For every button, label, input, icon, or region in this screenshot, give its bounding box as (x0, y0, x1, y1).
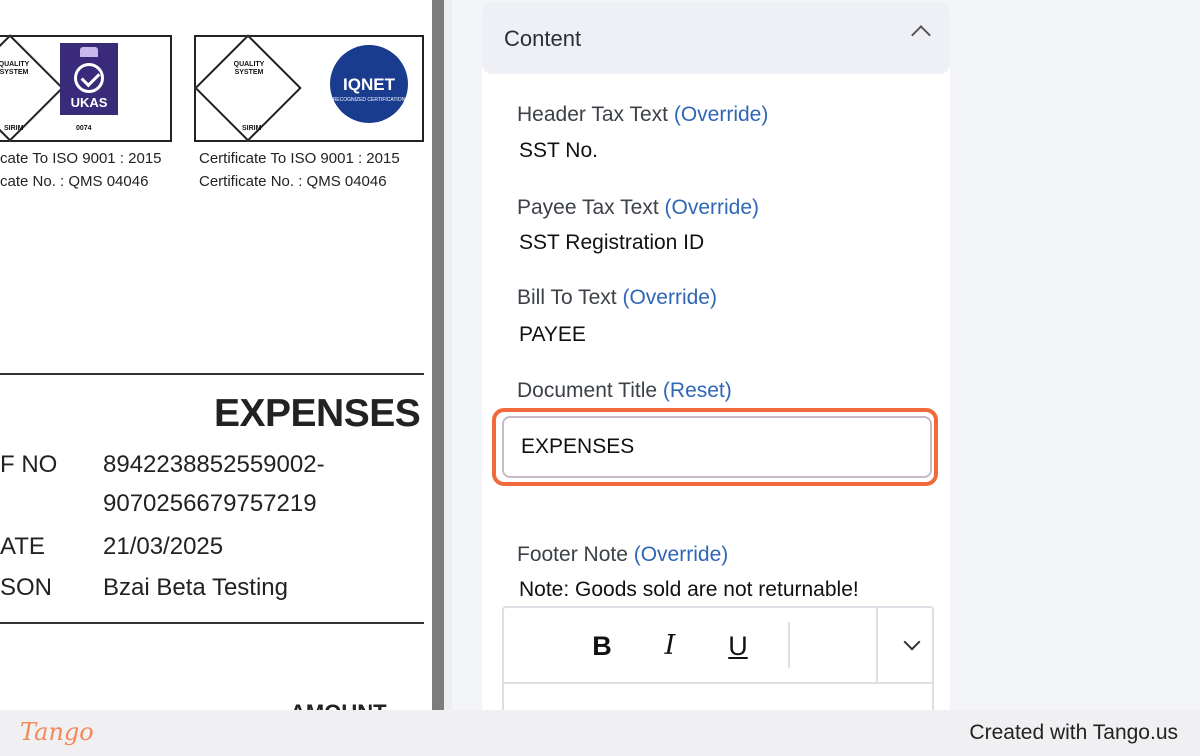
seal-label: QUALITY SYSTEM (0, 61, 30, 76)
ukas-number: 0074 (76, 125, 92, 132)
divider (0, 622, 424, 624)
iqnet-certificate-logo: QUALITY SYSTEM SIRIM IQNET RECOGNIZED CE… (194, 34, 424, 142)
check-circle-icon (74, 63, 104, 93)
crown-icon (80, 47, 98, 57)
override-link[interactable]: (Override) (622, 286, 717, 309)
header-tax-text-label: Header Tax Text (Override) (517, 103, 768, 127)
certificate-1-line-2: cate No. : QMS 04046 (0, 173, 149, 190)
editor-toolbar: B I U (504, 608, 932, 684)
content-panel: Content Header Tax Text (Override) SST N… (482, 2, 950, 710)
preview-scrollbar[interactable] (432, 0, 452, 710)
bill-to-text-value: PAYEE (519, 323, 586, 346)
override-link[interactable]: (Override) (674, 103, 769, 126)
document-title-label: Document Title (Reset) (517, 379, 732, 403)
document-title: EXPENSES (214, 392, 421, 435)
iqnet-badge-subtext: RECOGNIZED CERTIFICATION (332, 97, 406, 103)
payee-tax-text-label: Payee Tax Text (Override) (517, 196, 759, 220)
payee-tax-text-value: SST Registration ID (519, 231, 705, 254)
ref-no-value-line-1: 8942238852559002- (103, 451, 325, 478)
amount-column-header: AMOUNT (290, 700, 387, 710)
override-link[interactable]: (Override) (665, 196, 760, 219)
ukas-badge-icon: UKAS (60, 43, 118, 115)
chevron-down-icon[interactable] (903, 633, 921, 651)
bold-button[interactable]: B (584, 626, 620, 666)
seal-sirim-label: SIRIM (4, 125, 24, 132)
ref-no-label: F NO (0, 451, 58, 478)
ref-no-value-line-2: 9070256679757219 (103, 490, 317, 517)
certificate-2-line-1: Certificate To ISO 9001 : 2015 (199, 150, 400, 167)
field-label-text: Document Title (517, 379, 658, 402)
date-value: 21/03/2025 (103, 533, 224, 560)
date-label: ATE (0, 533, 45, 560)
content-section-header[interactable]: Content (482, 2, 950, 74)
chevron-up-icon[interactable] (911, 25, 931, 45)
iqnet-badge-icon: IQNET RECOGNIZED CERTIFICATION (330, 45, 408, 123)
toolbar-separator (788, 622, 790, 668)
toolbar-separator (876, 608, 878, 684)
certificate-1-line-1: cate To ISO 9001 : 2015 (0, 150, 162, 167)
override-link[interactable]: (Override) (634, 543, 729, 566)
reset-link[interactable]: (Reset) (663, 379, 732, 402)
certificate-2-line-2: Certificate No. : QMS 04046 (199, 173, 387, 190)
screen: QUALITY SYSTEM SIRIM UKAS 0074 QUALITY S… (0, 0, 1200, 756)
created-with-text: Created with Tango.us (969, 721, 1178, 744)
ukas-certificate-logo: QUALITY SYSTEM SIRIM UKAS 0074 (0, 34, 172, 142)
footer-note-value: Note: Goods sold are not returnable! (519, 578, 859, 601)
field-label-text: Footer Note (517, 543, 628, 566)
document-preview: QUALITY SYSTEM SIRIM UKAS 0074 QUALITY S… (0, 0, 432, 710)
header-tax-text-value: SST No. (519, 139, 598, 162)
field-label-text: Header Tax Text (517, 103, 668, 126)
underline-button[interactable]: U (720, 626, 756, 666)
ukas-badge-label: UKAS (70, 95, 108, 110)
iqnet-badge-label: IQNET (343, 75, 395, 94)
field-label-text: Bill To Text (517, 286, 617, 309)
seal-label: QUALITY SYSTEM (233, 61, 265, 76)
section-title: Content (504, 26, 582, 51)
tango-logo: Tango (20, 718, 94, 746)
divider (0, 373, 424, 375)
tango-footer: Tango Created with Tango.us (0, 710, 1200, 756)
italic-button[interactable]: I (652, 626, 688, 666)
document-title-input[interactable] (502, 416, 932, 478)
footer-note-editor[interactable]: B I U (502, 606, 934, 710)
seal-sirim-label: SIRIM (242, 125, 262, 132)
footer-note-label: Footer Note (Override) (517, 543, 728, 567)
bill-to-text-label: Bill To Text (Override) (517, 286, 717, 310)
person-label: SON (0, 574, 53, 601)
field-label-text: Payee Tax Text (517, 196, 659, 219)
person-value: Bzai Beta Testing (103, 574, 289, 601)
